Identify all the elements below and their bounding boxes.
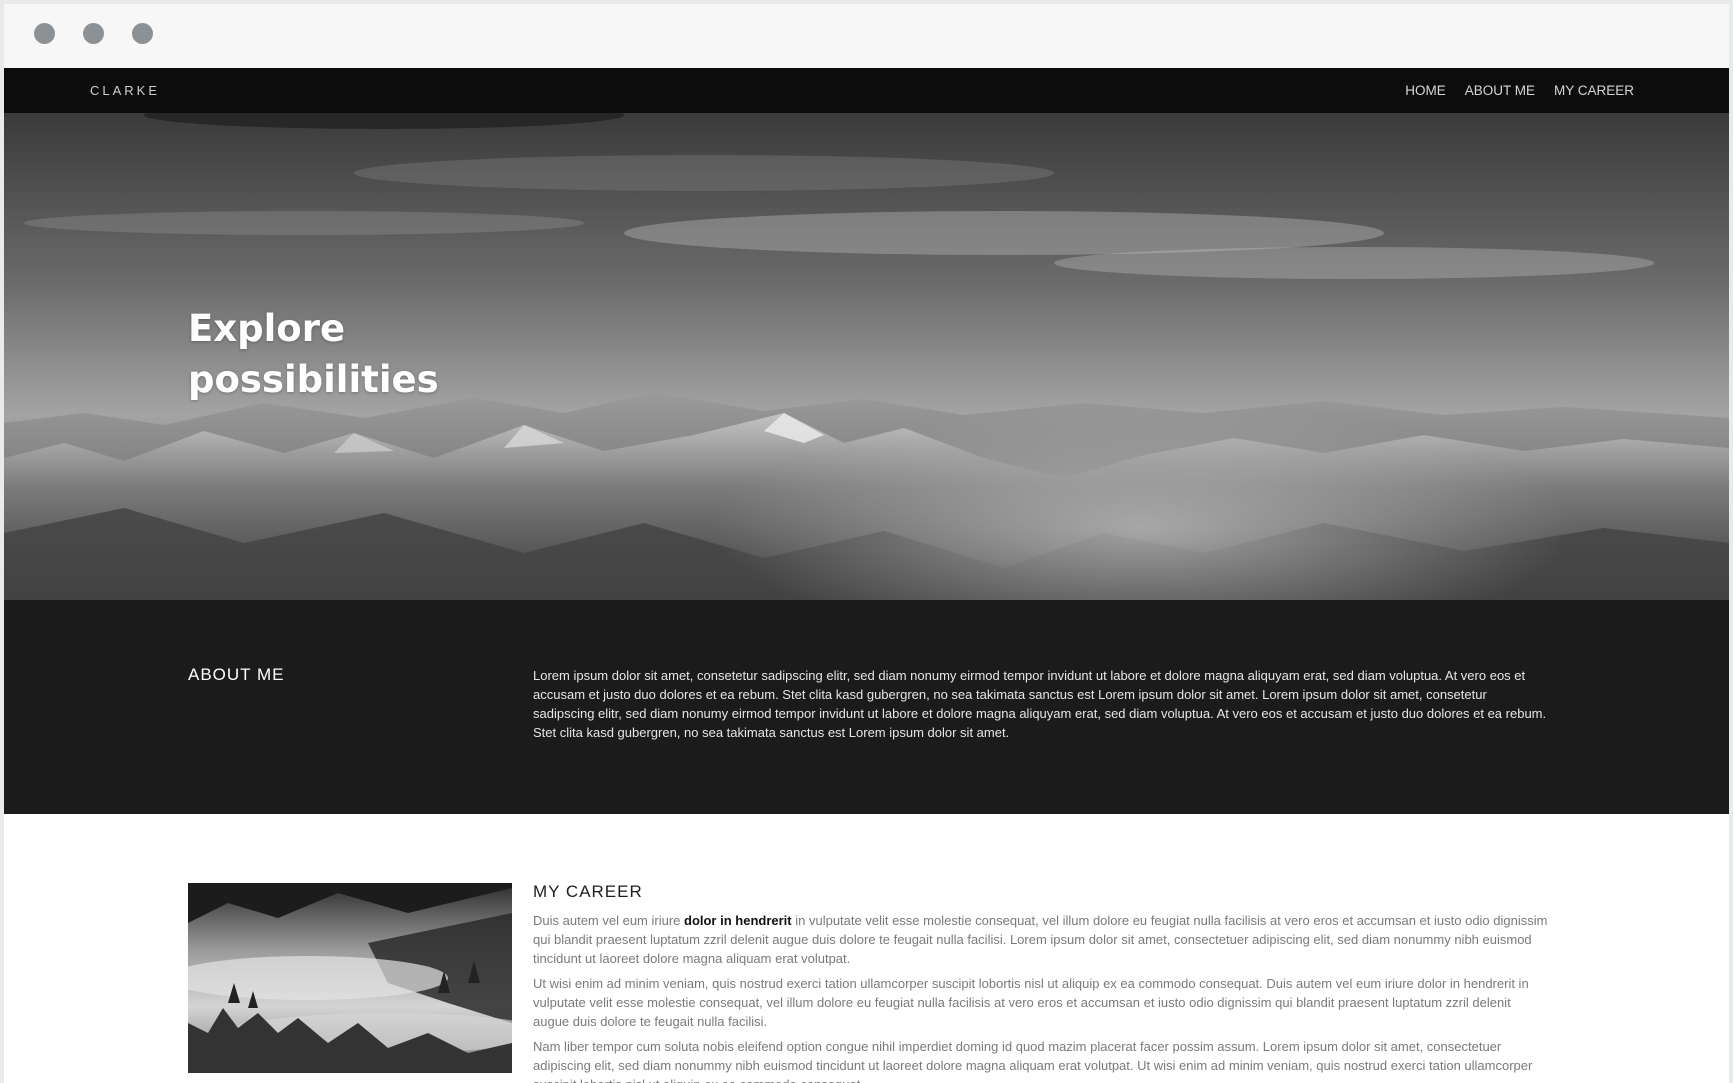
site-brand[interactable]: CLARKE [90, 68, 160, 113]
career-p1-bold: dolor in hendrerit [684, 913, 792, 928]
browser-window: CLARKE HOME ABOUT ME MY CAREER Explore p… [4, 4, 1729, 1083]
nav-link-about-me[interactable]: ABOUT ME [1465, 83, 1535, 98]
hero-title: Explore possibilities [188, 307, 439, 401]
nav-link-home[interactable]: HOME [1405, 83, 1446, 98]
career-paragraph-2: Ut wisi enim ad minim veniam, quis nostr… [533, 976, 1529, 1029]
career-image [188, 883, 512, 1073]
window-close-button[interactable] [34, 23, 55, 44]
career-body: Duis autem vel eum iriure dolor in hendr… [533, 911, 1548, 1083]
career-section: MY CAREER Duis autem vel eum iriure dolo… [4, 814, 1729, 1083]
career-paragraph-3: Nam liber tempor cum soluta nobis eleife… [533, 1039, 1533, 1083]
window-maximize-button[interactable] [132, 23, 153, 44]
career-p1-text: Duis autem vel eum iriure [533, 913, 684, 928]
about-text: Lorem ipsum dolor sit amet, consetetur s… [533, 668, 1547, 740]
career-paragraph-1: Duis autem vel eum iriure dolor in hendr… [533, 911, 1548, 968]
window-minimize-button[interactable] [83, 23, 104, 44]
about-section: ABOUT ME Lorem ipsum dolor sit amet, con… [4, 600, 1729, 814]
about-heading: ABOUT ME [188, 665, 285, 684]
hero-section: Explore possibilities [4, 113, 1729, 600]
top-navbar: CLARKE HOME ABOUT ME MY CAREER [4, 68, 1729, 113]
nav-link-my-career[interactable]: MY CAREER [1554, 83, 1634, 98]
browser-chrome [4, 4, 1729, 68]
nav-links: HOME ABOUT ME MY CAREER [1405, 68, 1634, 113]
career-heading: MY CAREER [533, 882, 643, 901]
